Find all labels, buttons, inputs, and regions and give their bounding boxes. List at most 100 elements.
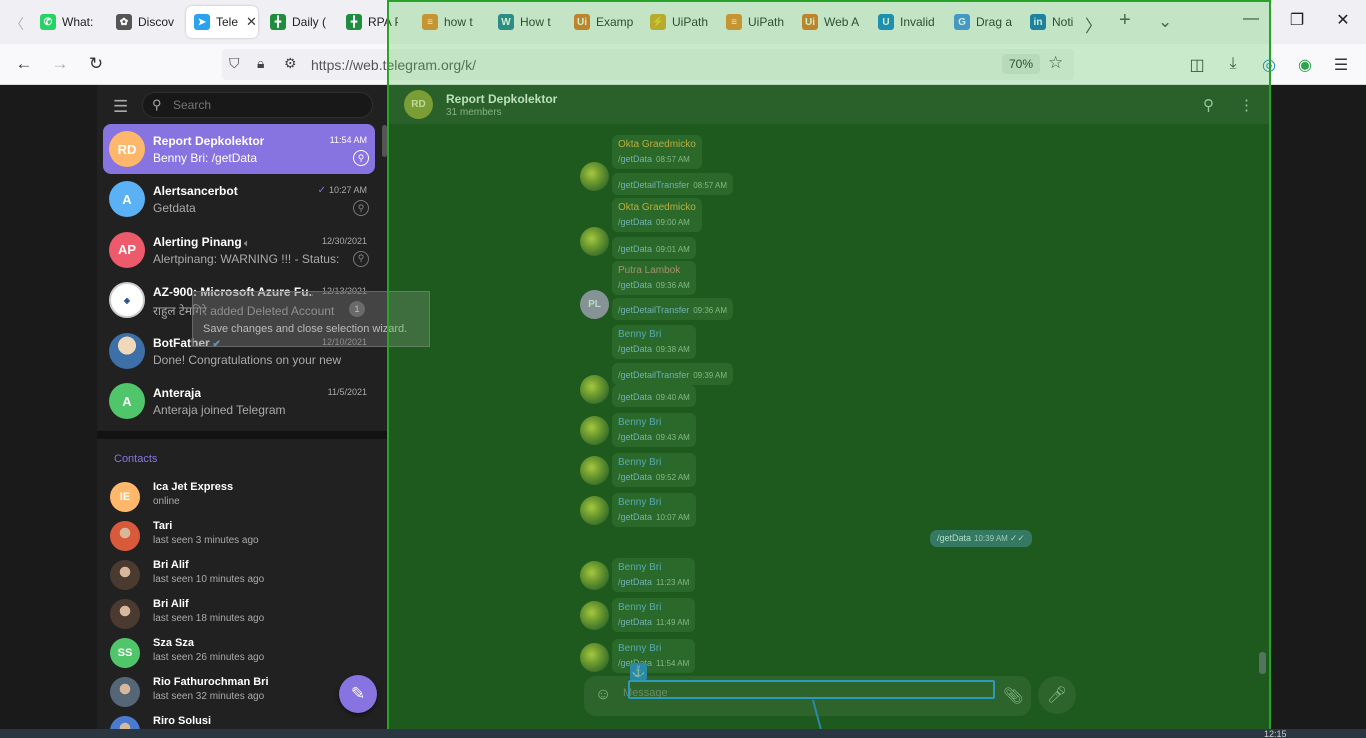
browser-tab[interactable]: ⚡ UiPath [642,6,714,38]
sender-avatar[interactable]: PL [580,290,609,319]
sender-avatar[interactable] [580,643,609,672]
sender-avatar[interactable] [580,561,609,590]
chat-list-item[interactable]: A Anteraja 11/5/2021 Anteraja joined Telegr… [103,376,375,426]
back-button[interactable]: ← [13,54,35,74]
messages-scrollbar[interactable] [1259,652,1266,674]
incoming-message[interactable]: /getDetailTransfer 09:39 AM [612,363,734,385]
search-box[interactable]: ⚲ [142,92,373,118]
message-text[interactable]: /getDetailTransfer [618,370,689,380]
browser-tab[interactable]: ╋ Daily ( [262,6,334,38]
new-tab-button[interactable]: + [1119,9,1131,32]
lock-icon[interactable]: 🔒︎ [257,55,264,72]
minimize-window-button[interactable]: — [1241,10,1261,28]
message-sender[interactable]: Benny Bri [618,643,689,654]
message-sender[interactable]: Okta Graedmicko [618,139,696,150]
incoming-message[interactable]: /getDetailTransfer 08:57 AM [612,173,734,195]
incoming-message[interactable]: Okta Graedmicko/getData 09:00 AM [612,198,702,232]
message-text[interactable]: /getData [618,512,652,522]
message-text[interactable]: /getDetailTransfer [618,305,689,315]
browser-tab[interactable]: U Invalid [870,6,942,38]
incoming-message[interactable]: Putra Lambok/getData 09:36 AM [612,261,696,295]
anchor-icon[interactable]: ⚓ [630,663,647,680]
attach-icon[interactable]: 📎︎ [1003,686,1023,706]
browser-tab[interactable]: ➤ Tele ✕ [186,6,258,38]
contact-item[interactable]: Bri Alif last seen 18 minutes ago [103,595,375,633]
message-text[interactable]: /getData [618,432,652,442]
browser-tab[interactable]: ≡ UiPath [718,6,790,38]
browser-tab[interactable]: ≡ how t [414,6,486,38]
message-text[interactable]: /getData [618,577,652,587]
shield-icon[interactable]: ⛉ [229,55,240,72]
permissions-icon[interactable]: ⚙ [284,55,297,72]
incoming-message[interactable]: Benny Bri/getData 09:38 AM [612,325,696,359]
incoming-message[interactable]: Benny Bri/getData11:54 AM [612,639,696,673]
message-text[interactable]: /getData [618,217,652,227]
message-text[interactable]: /getData [618,392,652,402]
chat-title[interactable]: Report Depkolektor [446,92,557,106]
voice-message-button[interactable]: 🎤︎ [1038,676,1076,714]
browser-tab[interactable]: ✆ What: [32,6,104,38]
contact-item[interactable]: Rio Fathurochman Bri last seen 32 minutes… [103,673,375,711]
contact-item[interactable]: SS Sza Sza last seen 26 minutes ago [103,634,375,672]
incoming-message[interactable]: Benny Bri/getData 10:07 AM [612,493,696,527]
tab-scroll-left-icon[interactable]: 〈 [10,14,24,34]
browser-tab[interactable]: ✿ Discov [108,6,182,38]
forward-button[interactable]: → [49,54,71,74]
chat-search-icon[interactable]: ⚲ [1203,96,1214,114]
message-sender[interactable]: Benny Bri [618,417,690,428]
message-text[interactable]: /getDetailTransfer [618,180,689,190]
emoji-icon[interactable]: ☺ [595,686,611,704]
browser-tab[interactable]: Ui Examp [566,6,638,38]
message-text[interactable]: /getData [618,472,652,482]
downloads-icon[interactable]: ⤓ [1223,55,1243,73]
list-all-tabs-icon[interactable]: ⌄ [1158,12,1172,32]
incoming-message[interactable]: /getDetailTransfer 09:36 AM [612,298,734,320]
tab-close-icon[interactable]: ✕ [246,14,257,30]
new-message-button[interactable]: ✎ [339,675,377,713]
chat-list-item[interactable]: AP Alerting Pinang 🔈︎ 12/30/2021 Alertpinan… [103,225,375,275]
sender-avatar[interactable] [580,375,609,404]
sender-avatar[interactable] [580,601,609,630]
extension-ring-icon[interactable]: ◎ [1259,55,1279,75]
incoming-message[interactable]: Benny Bri/getData 11:49 AM [612,598,696,632]
incoming-message[interactable]: Benny Bri/getData 09:52 AM [612,453,696,487]
message-text[interactable]: /getData [618,344,652,354]
message-text[interactable]: /getData [618,244,652,254]
message-text[interactable]: /getData [618,617,652,627]
browser-tab[interactable]: Ui Web A [794,6,866,38]
extension-eye-icon[interactable]: ◉ [1295,55,1315,75]
browser-tab[interactable]: in Noti [1022,6,1077,38]
sender-avatar[interactable] [580,162,609,191]
app-menu-icon[interactable]: ☰ [1331,55,1351,75]
incoming-message[interactable]: Benny Bri/getData 09:43 AM [612,413,696,447]
message-sender[interactable]: Okta Graedmicko [618,202,696,213]
message-sender[interactable]: Benny Bri [618,562,689,573]
contact-item[interactable]: IE Ica Jet Express online [103,478,375,516]
incoming-message[interactable]: /getData 09:01 AM [612,237,696,259]
sender-avatar[interactable] [580,496,609,525]
hamburger-menu-icon[interactable]: ☰ [113,97,128,117]
pocket-icon[interactable]: ◫ [1187,55,1207,75]
message-text[interactable]: /getData [618,154,652,164]
incoming-message[interactable]: Benny Bri/getData 11:23 AM [612,558,696,592]
sender-avatar[interactable] [580,416,609,445]
tab-scroll-right-icon[interactable]: 〉 [1085,12,1102,37]
search-input[interactable] [173,98,363,112]
contact-item[interactable]: Bri Alif last seen 10 minutes ago [103,556,375,594]
sender-avatar[interactable] [580,456,609,485]
bookmark-star-icon[interactable]: ☆ [1048,53,1063,73]
address-bar[interactable]: ⛉ 🔒︎ ⚙ https://web.telegram.org/k/ 70% ☆ [222,49,1074,80]
outgoing-message[interactable]: /getData 10:39 AM ✓✓ [930,530,1032,547]
group-avatar[interactable]: RD [404,90,433,119]
url-text[interactable]: https://web.telegram.org/k/ [311,57,476,73]
browser-tab[interactable]: G Drag a [946,6,1018,38]
restore-window-button[interactable]: ❐ [1287,10,1307,30]
message-sender[interactable]: Benny Bri [618,602,689,613]
more-options-icon[interactable]: ⋮ [1239,96,1254,114]
incoming-message[interactable]: /getData 09:40 AM [612,385,696,407]
sidebar-scrollbar[interactable] [382,125,387,157]
browser-tab[interactable]: ╋ RPA P [338,6,398,38]
close-window-button[interactable]: ✕ [1333,10,1353,30]
message-sender[interactable]: Benny Bri [618,497,690,508]
reload-button[interactable]: ↻ [85,54,107,74]
